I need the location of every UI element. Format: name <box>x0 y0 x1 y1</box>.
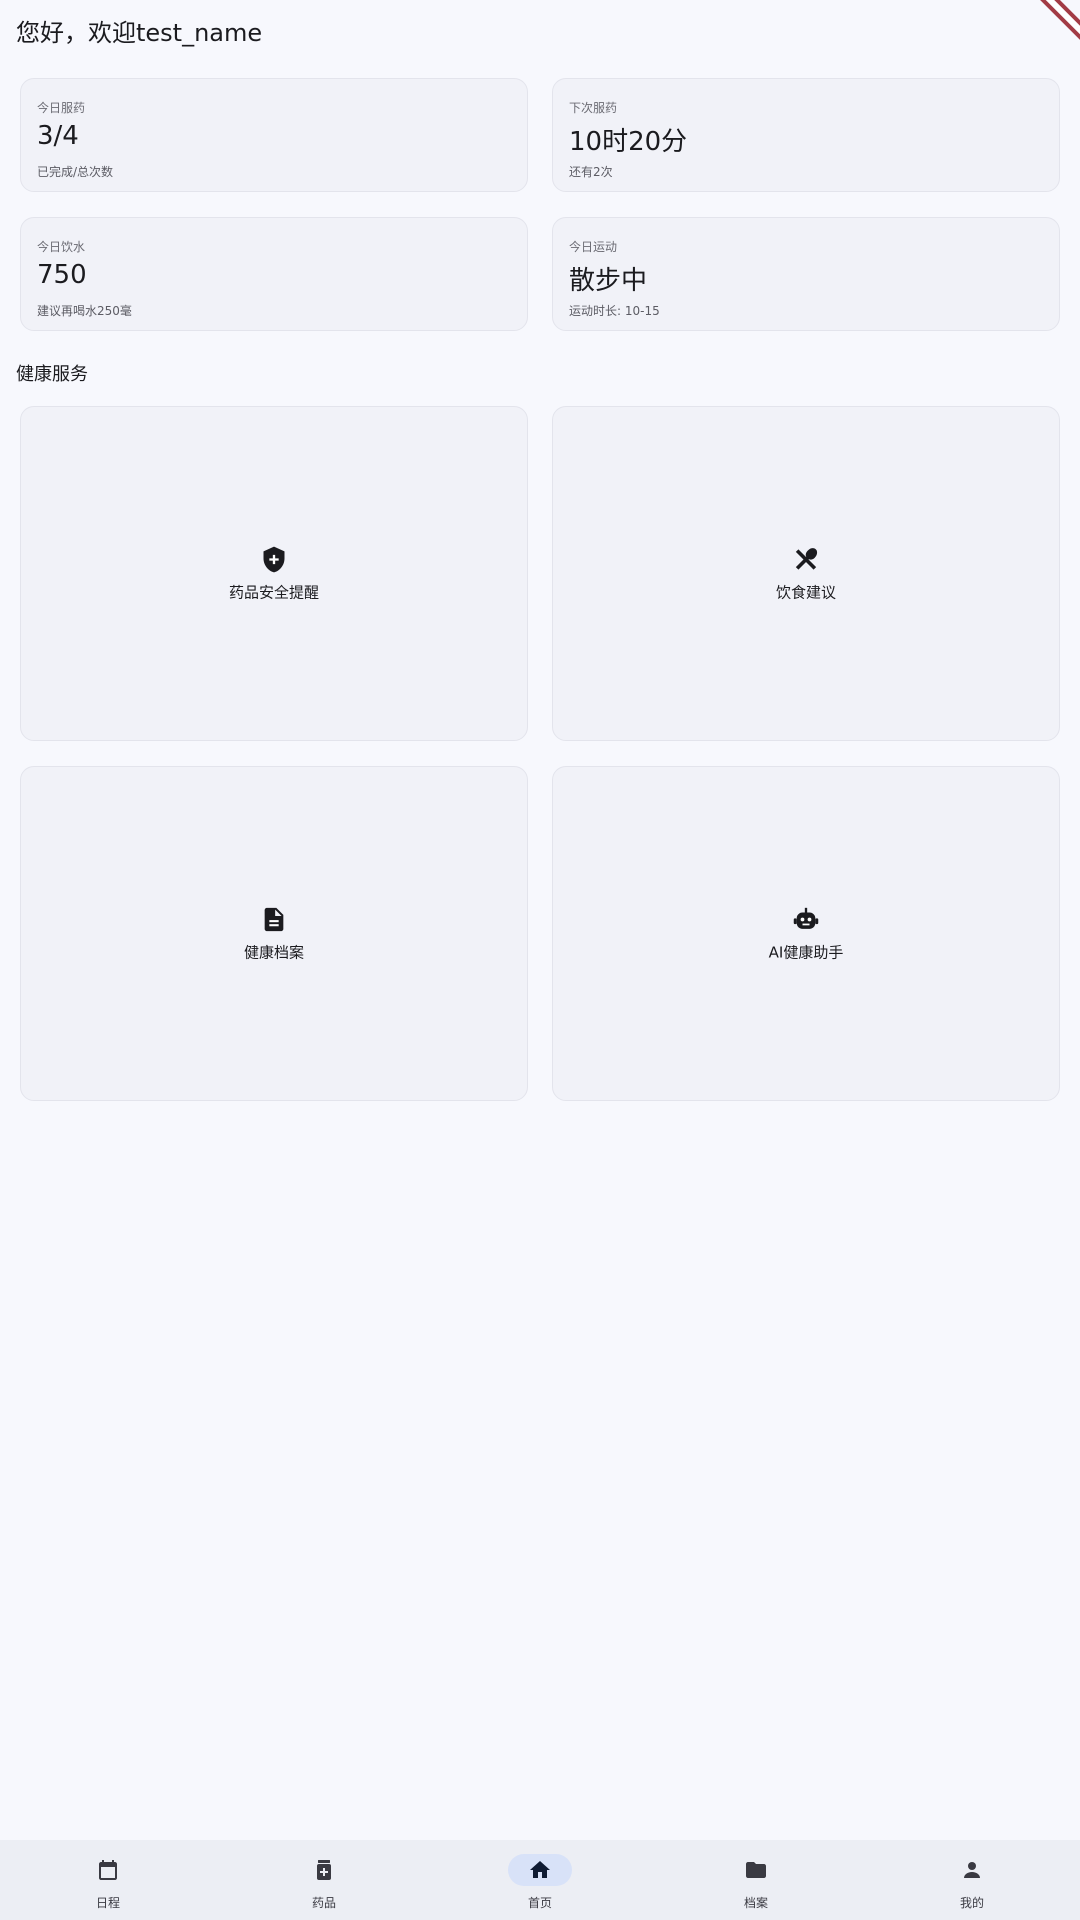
robot-icon <box>793 907 819 929</box>
stat-label: 今日服药 <box>37 101 86 115</box>
nav-item-medicine[interactable]: 药品 <box>216 1840 432 1920</box>
debug-banner <box>1010 0 1080 60</box>
nav-item-records[interactable]: 档案 <box>648 1840 864 1920</box>
stat-subtext: 已完成/总次数 <box>37 165 114 179</box>
feature-label: 药品安全提醒 <box>228 583 319 601</box>
stat-value: 散步中 <box>569 266 648 296</box>
nav-item-schedule[interactable]: 日程 <box>0 1840 216 1920</box>
feature-label: 健康档案 <box>243 943 304 961</box>
home-screen: 您好，欢迎test_name 今日服药 3/4 已完成/总次数 下次服药 10时… <box>0 0 1080 1920</box>
stat-subtext: 还有2次 <box>569 165 613 179</box>
folder-icon <box>746 1862 766 1878</box>
stat-label: 今日运动 <box>569 240 618 254</box>
feature-label: AI健康助手 <box>768 943 844 961</box>
stat-label: 今日饮水 <box>37 240 86 254</box>
medicine-icon <box>317 1860 331 1880</box>
feature-card-health-records[interactable]: 健康档案 <box>20 766 528 1101</box>
greeting-title: 您好，欢迎test_name <box>16 19 263 47</box>
stat-label: 下次服药 <box>569 101 618 115</box>
stat-value: 750 <box>37 260 87 290</box>
nav-item-profile[interactable]: 我的 <box>864 1840 1080 1920</box>
feature-card-medication-safety[interactable]: 药品安全提醒 <box>20 406 528 741</box>
document-icon <box>264 907 284 931</box>
person-icon <box>964 1862 980 1878</box>
stat-value: 10时20分 <box>569 127 688 157</box>
calendar-icon <box>99 1860 117 1880</box>
nav-label: 日程 <box>95 1896 120 1910</box>
stat-card-exercise[interactable]: 今日运动 散步中 运动时长: 10-15 <box>552 217 1060 331</box>
feature-card-ai-assistant[interactable]: AI健康助手 <box>552 766 1060 1101</box>
nav-label: 档案 <box>743 1896 768 1910</box>
nav-label: 首页 <box>527 1896 552 1910</box>
stat-subtext: 运动时长: 10-15 <box>569 304 660 318</box>
nav-item-home[interactable]: 首页 <box>432 1840 648 1920</box>
bottom-navigation: 日程 药品 首页 档案 我的 <box>0 1840 1080 1920</box>
shield-plus-icon <box>263 546 285 572</box>
feature-card-diet[interactable]: 饮食建议 <box>552 406 1060 741</box>
feature-label: 饮食建议 <box>775 583 836 601</box>
stat-card-medication[interactable]: 今日服药 3/4 已完成/总次数 <box>20 78 528 192</box>
home-icon <box>530 1861 550 1878</box>
nav-label: 药品 <box>311 1896 336 1910</box>
stat-card-water[interactable]: 今日饮水 750 建议再喝水250毫 <box>20 217 528 331</box>
stat-value: 3/4 <box>37 121 79 151</box>
section-title: 健康服务 <box>16 364 88 385</box>
nav-label: 我的 <box>959 1896 984 1910</box>
stat-card-next-dose[interactable]: 下次服药 10时20分 还有2次 <box>552 78 1060 192</box>
stat-subtext: 建议再喝水250毫 <box>37 304 132 318</box>
utensils-icon <box>795 547 818 570</box>
